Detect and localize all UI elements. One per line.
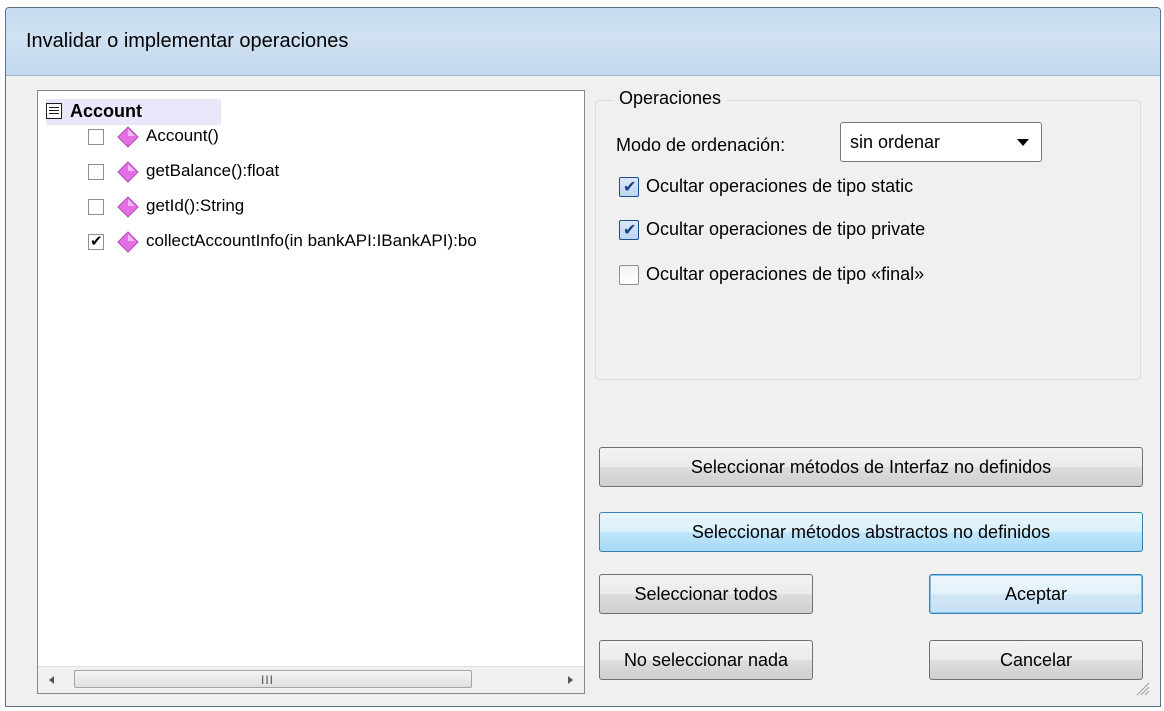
tree-item[interactable]: Account() xyxy=(88,123,584,153)
select-none-button[interactable]: No seleccionar nada xyxy=(599,640,813,680)
operation-diamond-icon xyxy=(117,126,139,148)
hide-private-option[interactable]: Ocultar operaciones de tipo private xyxy=(619,217,1119,243)
tree-item[interactable]: getId():String xyxy=(88,193,584,223)
operation-diamond-icon xyxy=(117,161,139,183)
scroll-left-arrow-icon[interactable] xyxy=(44,671,60,689)
dialog-body: Account Account() getBalance():float get… xyxy=(12,76,1154,700)
operations-group-label: Operaciones xyxy=(614,88,727,109)
hide-static-option[interactable]: Ocultar operaciones de tipo static xyxy=(619,174,1119,200)
hide-static-checkbox[interactable] xyxy=(619,177,639,197)
title-bar[interactable]: Invalidar o implementar operaciones xyxy=(6,8,1160,76)
operation-diamond-icon xyxy=(117,231,139,253)
operation-diamond-icon xyxy=(117,196,139,218)
sort-mode-select[interactable]: sin ordenar xyxy=(840,122,1042,162)
sort-mode-value: sin ordenar xyxy=(850,132,941,152)
tree-item-label: Account() xyxy=(146,126,219,145)
tree-root-node[interactable]: Account xyxy=(46,99,221,125)
tree-root-label: Account xyxy=(70,101,142,121)
cancel-button[interactable]: Cancelar xyxy=(929,640,1143,680)
tree-item-label: getBalance():float xyxy=(146,161,280,180)
hide-final-checkbox[interactable] xyxy=(619,265,639,285)
hide-final-label[interactable]: Ocultar operaciones de tipo «final» xyxy=(646,264,924,285)
tree-item[interactable]: getBalance():float xyxy=(88,158,584,188)
horizontal-scrollbar[interactable]: III xyxy=(38,666,584,693)
tree-item-checkbox[interactable] xyxy=(88,232,104,250)
hide-final-option[interactable]: Ocultar operaciones de tipo «final» xyxy=(619,262,1119,288)
operations-tree[interactable]: Account Account() getBalance():float get… xyxy=(37,90,585,694)
tree-item[interactable]: collectAccountInfo(in bankAPI:IBankAPI):… xyxy=(88,228,584,258)
dropdown-arrow-icon[interactable] xyxy=(1017,139,1029,146)
tree-item-checkbox[interactable] xyxy=(88,129,104,145)
scrollbar-grip: III xyxy=(261,673,275,687)
hide-static-label[interactable]: Ocultar operaciones de tipo static xyxy=(646,176,913,197)
tree-item-checkbox[interactable] xyxy=(88,199,104,215)
hide-private-label[interactable]: Ocultar operaciones de tipo private xyxy=(646,219,925,240)
collapse-node-icon[interactable] xyxy=(46,103,62,119)
hide-private-checkbox[interactable] xyxy=(619,220,639,240)
ok-button[interactable]: Aceptar xyxy=(929,574,1143,614)
select-undefined-interface-methods-button[interactable]: Seleccionar métodos de Interfaz no defin… xyxy=(599,447,1143,487)
tree-item-checkbox[interactable] xyxy=(88,164,104,180)
override-operations-dialog: Invalidar o implementar operaciones Acco… xyxy=(5,7,1161,707)
sort-mode-label: Modo de ordenación: xyxy=(616,135,786,155)
select-undefined-abstract-methods-button[interactable]: Seleccionar métodos abstractos no defini… xyxy=(599,512,1143,552)
scrollbar-thumb[interactable]: III xyxy=(74,670,472,688)
tree-item-label: collectAccountInfo(in bankAPI:IBankAPI):… xyxy=(146,231,477,250)
tree-item-label: getId():String xyxy=(146,196,245,215)
select-all-button[interactable]: Seleccionar todos xyxy=(599,574,813,614)
scroll-right-arrow-icon[interactable] xyxy=(562,671,578,689)
resize-grip-icon[interactable] xyxy=(1134,680,1150,696)
window-title: Invalidar o implementar operaciones xyxy=(26,30,349,52)
